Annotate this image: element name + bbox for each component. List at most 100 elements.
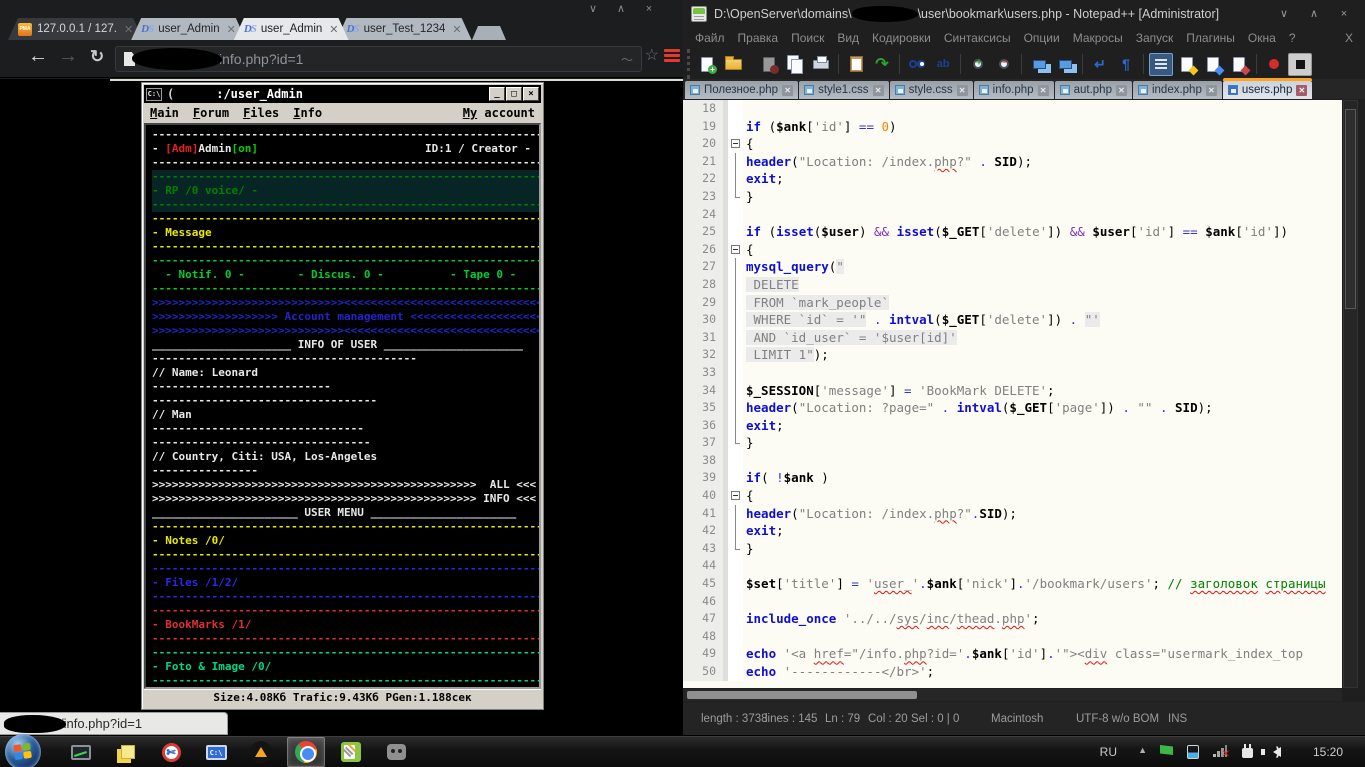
language-indicator[interactable]: RU <box>1100 745 1117 759</box>
doc-lightning-icon[interactable] <box>1175 53 1199 76</box>
tab-close-icon[interactable]: ✕ <box>225 23 238 36</box>
npp-maximize-icon[interactable]: ∧ <box>1299 7 1329 20</box>
code-line[interactable]: 49echo '<a href="/info.php?id='.$ank['id… <box>683 645 1342 663</box>
browser-minimize-icon[interactable]: ∨ <box>579 2 607 15</box>
address-bar[interactable]: info.php?id=1 〜 <box>115 46 642 72</box>
browser-tab[interactable]: DSuser_Admin✕ <box>234 18 349 40</box>
code-line[interactable]: 38 <box>683 452 1342 470</box>
fold-margin[interactable] <box>728 311 743 329</box>
stop-icon[interactable] <box>1288 53 1312 76</box>
forward-icon[interactable]: → <box>58 45 78 68</box>
code-line[interactable]: 22exit; <box>683 170 1342 188</box>
terminal-minimize-icon[interactable]: _ <box>489 87 505 101</box>
taskbar-app-system-monitor[interactable] <box>62 737 100 767</box>
file-tab[interactable]: style1.css✕ <box>799 81 889 99</box>
fold-margin[interactable] <box>728 540 743 558</box>
terminal-menu-item[interactable]: Forum <box>193 103 229 123</box>
fold-margin[interactable] <box>728 223 743 241</box>
code-line[interactable]: 24 <box>683 206 1342 224</box>
replace-icon[interactable]: ab <box>931 53 955 76</box>
wrap-icon[interactable]: ↵ <box>1088 53 1112 76</box>
code-line[interactable]: 44 <box>683 557 1342 575</box>
fold-margin[interactable] <box>728 258 743 276</box>
file-tab[interactable]: index.php✕ <box>1133 81 1222 99</box>
tab-close-icon[interactable]: ✕ <box>327 23 340 36</box>
fold-margin[interactable] <box>728 346 743 364</box>
npp-menu-item[interactable]: Поиск <box>791 31 824 45</box>
doc-map-icon[interactable] <box>1201 53 1225 76</box>
taskbar-app-chrome[interactable] <box>287 737 325 767</box>
bin-icon[interactable] <box>1187 745 1199 759</box>
code-line[interactable]: 31 AND `id_user` = '$user[id]' <box>683 329 1342 347</box>
code-line[interactable]: 29 FROM `mark_people` <box>683 294 1342 312</box>
npp-menu-item[interactable]: Кодировки <box>872 31 931 45</box>
code-line[interactable]: 37} <box>683 434 1342 452</box>
file-tab-close-icon[interactable]: ✕ <box>1038 85 1049 96</box>
npp-menu-item[interactable]: Вид <box>837 31 859 45</box>
fold-margin[interactable] <box>728 487 743 505</box>
back-icon[interactable]: ← <box>28 45 48 68</box>
fold-margin[interactable] <box>728 645 743 663</box>
speaker-icon[interactable] <box>1273 747 1281 757</box>
fold-margin[interactable] <box>728 382 743 400</box>
taskbar-app-console[interactable]: C:\ <box>197 737 235 767</box>
find-icon[interactable] <box>905 53 929 76</box>
code-line[interactable]: 21header("Location: /index.php?" . SID); <box>683 153 1342 171</box>
browser-maximize-icon[interactable]: ∧ <box>607 2 635 15</box>
file-tab[interactable]: Полезное.php✕ <box>685 81 798 99</box>
zoomout-icon[interactable]: − <box>992 53 1016 76</box>
fold-margin[interactable] <box>728 241 743 259</box>
npp-menu-item[interactable]: Синтаксисы <box>944 31 1011 45</box>
code-line[interactable]: 28 DELETE <box>683 276 1342 294</box>
taskbar-app-aimp-player[interactable] <box>242 737 280 767</box>
terminal-maximize-icon[interactable]: □ <box>506 87 522 101</box>
code-line[interactable]: 50echo '------------</br>'; <box>683 663 1342 681</box>
fold-margin[interactable] <box>728 452 743 470</box>
url-text[interactable]: info.php?id=1 <box>219 51 303 67</box>
horizontal-scrollbar-thumb[interactable] <box>687 691 917 699</box>
monitors2-icon[interactable] <box>1053 53 1077 76</box>
code-line[interactable]: 27mysql_query(" <box>683 258 1342 276</box>
fold-margin[interactable] <box>728 434 743 452</box>
browser-menu-icon[interactable] <box>664 49 680 65</box>
bookmark-star-icon[interactable]: ☆ <box>645 48 659 64</box>
fold-margin[interactable] <box>728 663 743 681</box>
browser-tab[interactable]: DSuser_Test_1234✕ <box>337 18 472 40</box>
save-icon[interactable] <box>757 53 781 76</box>
file-tab-close-icon[interactable]: ✕ <box>1296 85 1307 96</box>
vertical-scrollbar-thumb[interactable] <box>1345 109 1356 309</box>
clock[interactable]: 15:20 <box>1313 745 1343 759</box>
saveall-icon[interactable] <box>783 53 807 76</box>
npp-menu-item[interactable]: Файл <box>695 31 725 45</box>
npp-menu-item[interactable]: Опции <box>1024 31 1060 45</box>
monitors1-icon[interactable] <box>1027 53 1051 76</box>
code-line[interactable]: 20{ <box>683 135 1342 153</box>
file-tab[interactable]: aut.php✕ <box>1055 81 1132 99</box>
file-tab-close-icon[interactable]: ✕ <box>1116 85 1127 96</box>
terminal-close-icon[interactable]: × <box>523 87 539 101</box>
fold-margin[interactable] <box>728 522 743 540</box>
fold-margin[interactable] <box>728 628 743 646</box>
fold-margin[interactable] <box>728 188 743 206</box>
fold-margin[interactable] <box>728 118 743 136</box>
file-tab[interactable]: info.php✕ <box>974 81 1054 99</box>
npp-menu-item[interactable]: Плагины <box>1186 31 1235 45</box>
fold-margin[interactable] <box>728 206 743 224</box>
code-line[interactable]: 23} <box>683 188 1342 206</box>
fold-margin[interactable] <box>728 417 743 435</box>
fold-margin[interactable] <box>728 469 743 487</box>
hidden-icons-arrow[interactable]: ▲ <box>1138 745 1147 755</box>
code-line[interactable]: 25if (isset($user) && isset($_GET['delet… <box>683 223 1342 241</box>
fold-margin[interactable] <box>728 399 743 417</box>
code-line[interactable]: 43} <box>683 540 1342 558</box>
fold-margin[interactable] <box>728 575 743 593</box>
npp-menu-item[interactable]: Правка <box>738 31 779 45</box>
taskbar-app-notepad-plus-plus[interactable] <box>332 737 370 767</box>
terminal-menu-item[interactable]: Main <box>150 103 179 123</box>
code-line[interactable]: 46 <box>683 593 1342 611</box>
fold-margin[interactable] <box>728 276 743 294</box>
horizontal-scrollbar[interactable] <box>683 689 1342 701</box>
print-icon[interactable] <box>809 53 833 76</box>
guide-icon[interactable] <box>1149 53 1173 76</box>
code-line[interactable]: 40{ <box>683 487 1342 505</box>
